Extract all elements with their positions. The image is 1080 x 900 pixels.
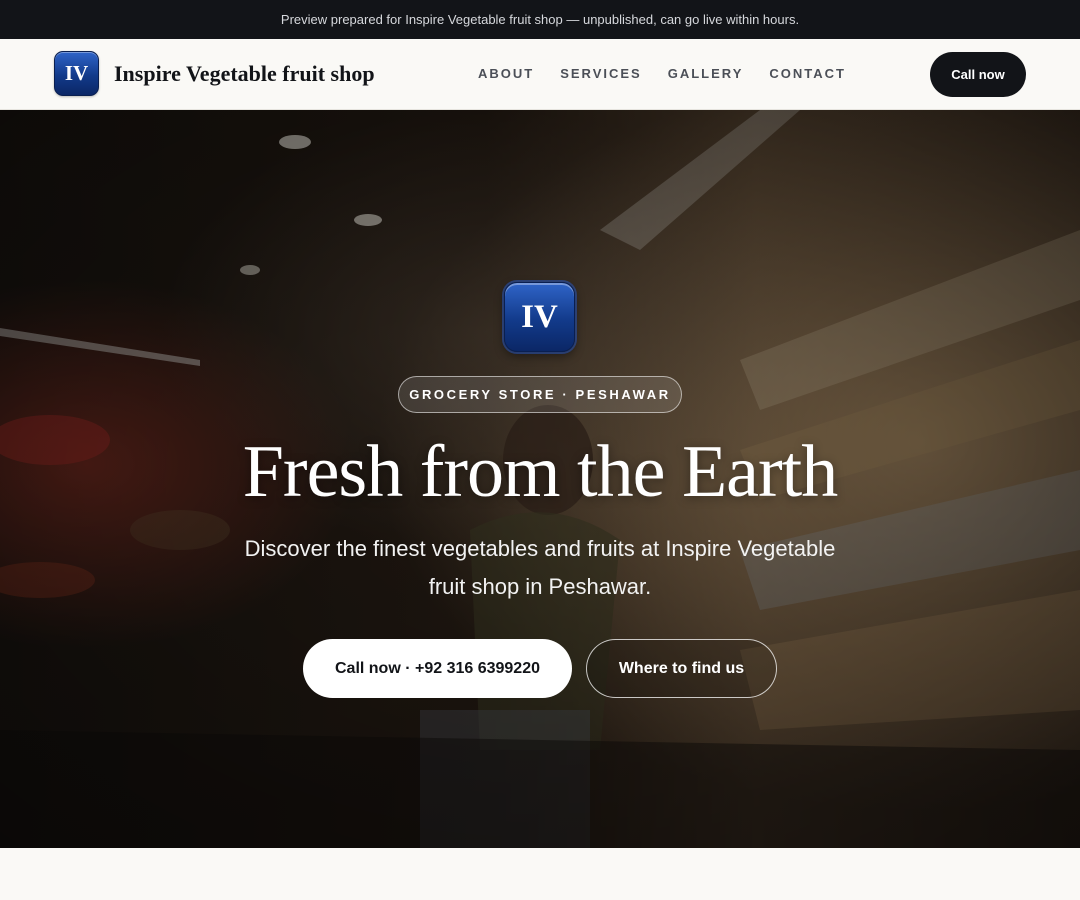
hero-logo-badge-icon: IV (504, 282, 575, 352)
nav-link-contact[interactable]: CONTACT (769, 66, 846, 81)
hero-subtitle: Discover the finest vegetables and fruit… (244, 536, 836, 599)
where-to-find-us-button[interactable]: Where to find us (586, 639, 777, 698)
hero-tagline-pill: GROCERY STORE · PESHAWAR (398, 376, 682, 413)
preview-banner: Preview prepared for Inspire Vegetable f… (0, 0, 1080, 39)
next-section (0, 848, 1080, 900)
hero-section: IV GROCERY STORE · PESHAWAR Fresh from t… (0, 110, 1080, 848)
site-header: IV Inspire Vegetable fruit shop ABOUT SE… (0, 39, 1080, 110)
hero-call-now-button[interactable]: Call now · +92 316 6399220 (303, 639, 572, 698)
brand-name[interactable]: Inspire Vegetable fruit shop (114, 61, 375, 87)
nav-link-services[interactable]: SERVICES (560, 66, 642, 81)
hero-title: Fresh from the Earth (242, 431, 838, 513)
main-nav: ABOUT SERVICES GALLERY CONTACT (478, 66, 872, 81)
logo-badge-text: IV (64, 61, 89, 85)
logo-badge-icon[interactable]: IV (54, 51, 99, 96)
preview-banner-text: Preview prepared for Inspire Vegetable f… (280, 12, 800, 27)
header-call-now-button[interactable]: Call now (930, 52, 1026, 97)
nav-link-about[interactable]: ABOUT (478, 66, 534, 81)
nav-link-gallery[interactable]: GALLERY (668, 66, 744, 81)
hero-logo-text: IV (521, 298, 558, 335)
